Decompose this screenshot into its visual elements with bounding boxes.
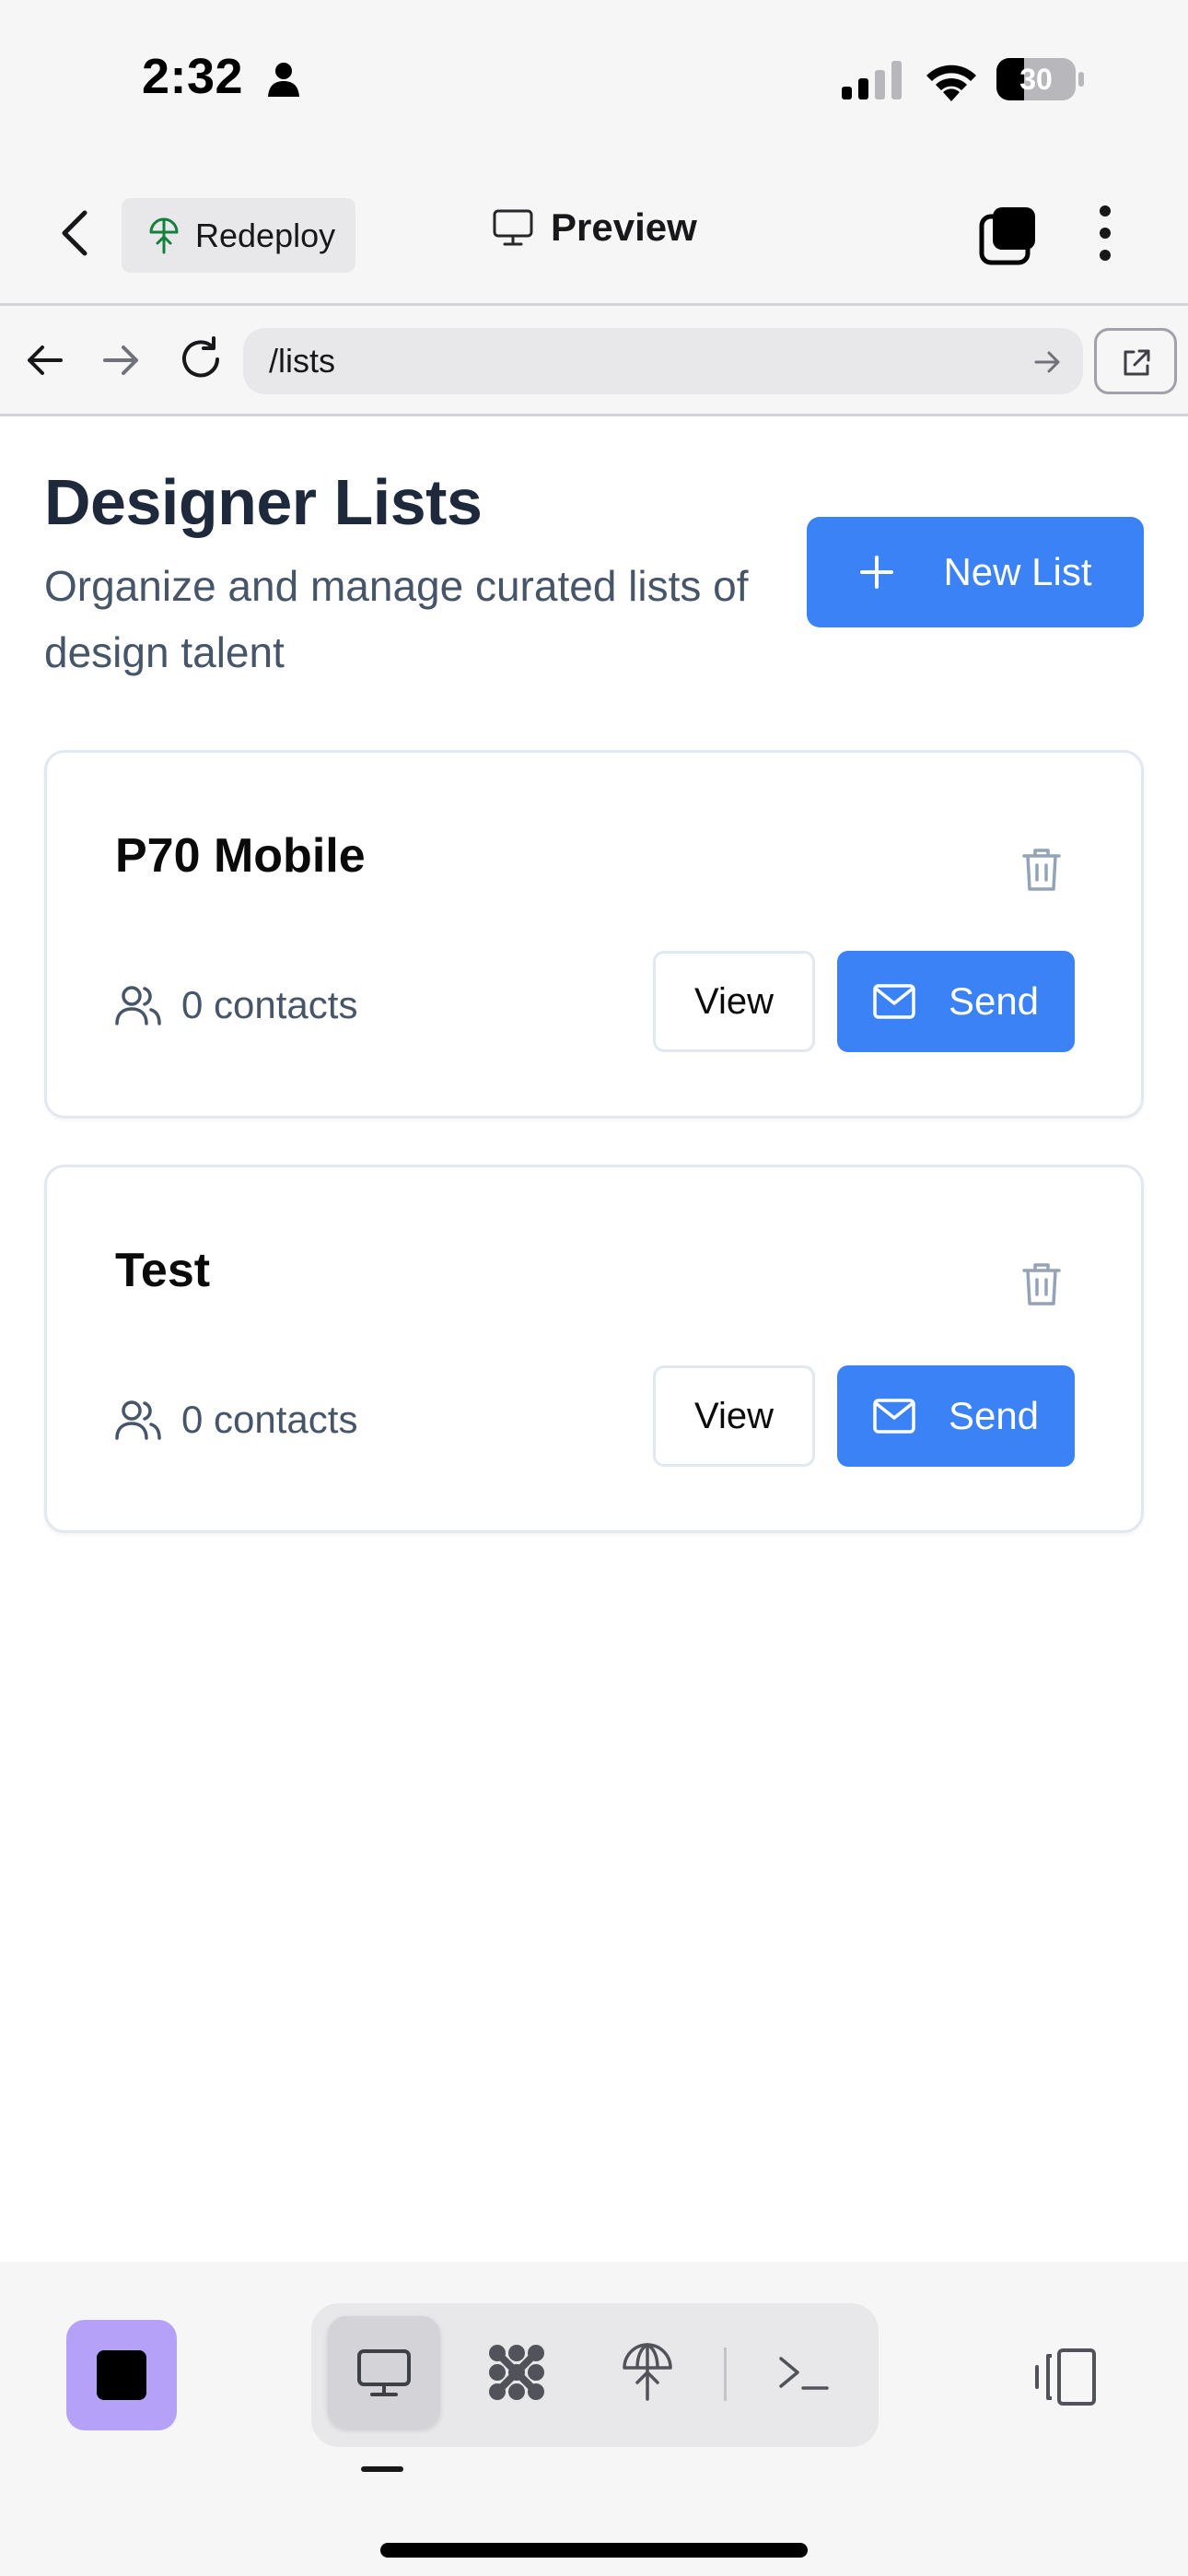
back-chevron-icon[interactable] <box>57 209 94 257</box>
list-card: Test 0 contacts View Send <box>44 1165 1144 1533</box>
preview-title: Preview <box>492 205 697 250</box>
workflow-icon <box>489 2345 544 2400</box>
trash-icon[interactable] <box>1021 1261 1062 1307</box>
person-icon <box>268 63 299 97</box>
contacts-label: 0 contacts <box>181 983 358 1026</box>
send-label: Send <box>948 979 1040 1023</box>
tabs-icon[interactable] <box>978 205 1039 266</box>
contacts-label: 0 contacts <box>181 1398 358 1441</box>
device-toggle-icon[interactable] <box>1031 2347 1098 2407</box>
list-name: Test <box>115 1244 211 1297</box>
send-button[interactable]: Send <box>837 1365 1075 1467</box>
trash-icon[interactable] <box>1021 847 1062 893</box>
page-subtitle: Organize and manage curated lists of des… <box>44 562 749 676</box>
go-arrow-icon[interactable] <box>1033 348 1061 376</box>
desktop-icon <box>357 2349 411 2396</box>
redeploy-button[interactable]: Redeploy <box>122 198 355 273</box>
stop-button[interactable] <box>66 2320 177 2430</box>
stop-icon <box>97 2350 146 2400</box>
open-external-button[interactable] <box>1094 328 1177 394</box>
send-button[interactable]: Send <box>837 951 1075 1052</box>
browser-bar: /lists <box>0 306 1188 416</box>
redeploy-icon <box>149 217 179 253</box>
view-switcher <box>311 2303 879 2447</box>
app-header: Redeploy Preview <box>0 161 1188 306</box>
arrow-right-icon[interactable] <box>99 339 142 381</box>
home-indicator <box>380 2543 808 2558</box>
more-vertical-icon[interactable] <box>1087 204 1124 263</box>
battery-icon: 30 <box>996 58 1085 100</box>
segment-divider <box>724 2348 727 2401</box>
page-title: Designer Lists <box>44 466 483 538</box>
status-bar: 2:32 30 <box>0 0 1188 161</box>
bottom-toolbar <box>0 2262 1188 2576</box>
url-text: /lists <box>269 342 335 380</box>
mail-icon <box>873 1399 915 1434</box>
new-list-label: New List <box>943 550 1092 593</box>
tab-workflow[interactable] <box>460 2316 573 2429</box>
redeploy-label: Redeploy <box>195 216 336 254</box>
desktop-icon <box>493 209 533 246</box>
new-list-button[interactable]: New List <box>807 517 1144 627</box>
preview-label: Preview <box>551 205 697 249</box>
users-icon <box>115 1400 161 1440</box>
status-time: 2:32 <box>142 49 244 104</box>
contacts-count: 0 contacts <box>115 1398 357 1442</box>
users-icon <box>115 986 161 1025</box>
mail-icon <box>873 984 915 1019</box>
tab-terminal[interactable] <box>748 2316 860 2429</box>
plus-icon <box>860 556 894 589</box>
arrow-left-icon[interactable] <box>24 339 66 381</box>
active-tab-indicator <box>361 2466 403 2472</box>
send-label: Send <box>948 1394 1040 1437</box>
url-input[interactable]: /lists <box>243 328 1083 394</box>
battery-level: 30 <box>1019 63 1053 96</box>
deploy-icon <box>623 2343 672 2401</box>
wifi-icon <box>926 64 976 101</box>
view-button[interactable]: View <box>653 1365 815 1467</box>
list-name: P70 Mobile <box>115 829 366 883</box>
view-button[interactable]: View <box>653 951 815 1052</box>
open-external-icon <box>1124 349 1150 376</box>
reload-icon[interactable] <box>177 335 225 383</box>
terminal-icon <box>779 2357 829 2390</box>
list-card: P70 Mobile 0 contacts View Send <box>44 750 1144 1118</box>
tab-deploy[interactable] <box>591 2316 704 2429</box>
tab-desktop[interactable] <box>328 2316 440 2429</box>
contacts-count: 0 contacts <box>115 983 357 1027</box>
cellular-signal-icon <box>842 61 902 100</box>
